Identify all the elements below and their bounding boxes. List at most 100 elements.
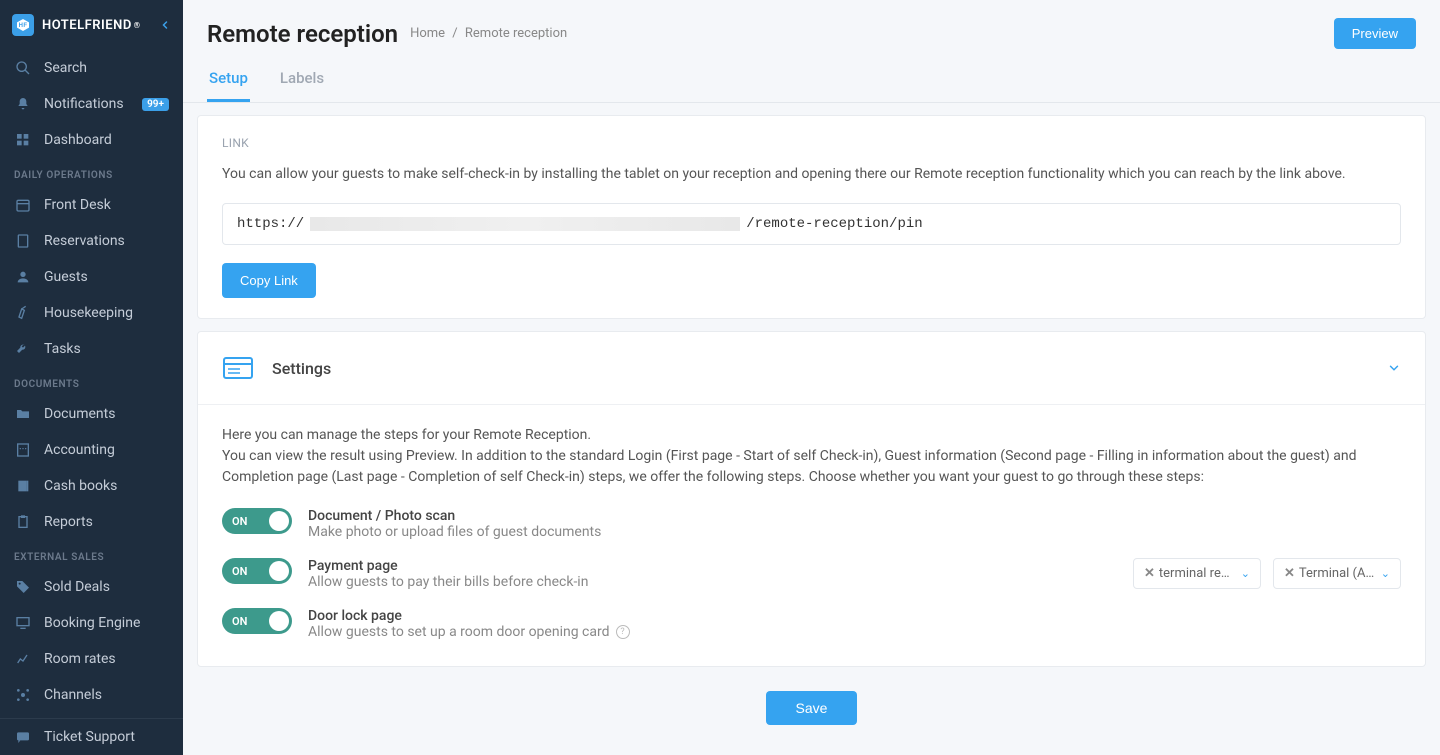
sidebar-item-documents[interactable]: Documents [0, 396, 183, 432]
link-label: LINK [222, 136, 1401, 150]
toggle-knob [269, 561, 289, 581]
section-documents: DOCUMENTS [0, 367, 183, 396]
url-prefix: https:// [237, 216, 304, 232]
sidebar-item-booking-engine[interactable]: Booking Engine [0, 605, 183, 641]
sidebar-label: Room rates [44, 651, 116, 667]
section-daily-operations: DAILY OPERATIONS [0, 158, 183, 187]
sidebar-label: Documents [44, 406, 115, 422]
payment-dropdown-terminal-1[interactable]: ✕ terminal recep… ⌄ [1133, 558, 1261, 589]
settings-card: Settings Here you can manage the steps f… [197, 331, 1426, 667]
monitor-icon [14, 614, 32, 632]
settings-title: Settings [272, 359, 1387, 378]
collapse-sidebar-icon[interactable] [159, 19, 171, 31]
clear-icon[interactable]: ✕ [1144, 566, 1155, 581]
payment-dropdown-terminal-2[interactable]: ✕ Terminal (Ady… ⌄ [1273, 558, 1401, 589]
chevron-down-icon: ⌄ [1381, 567, 1390, 580]
bell-icon [14, 95, 32, 113]
link-description: You can allow your guests to make self-c… [222, 164, 1401, 185]
sidebar: HF HOTELFRIEND® Search Notifications 99+ [0, 0, 183, 755]
clipboard-icon [14, 513, 32, 531]
sidebar-item-reservations[interactable]: Reservations [0, 223, 183, 259]
toggle-row-document-scan: ON Document / Photo scan Make photo or u… [222, 508, 1401, 540]
sidebar-item-channels[interactable]: Channels [0, 677, 183, 713]
sidebar-label: Tasks [44, 341, 81, 357]
sidebar-item-front-desk[interactable]: Front Desk [0, 187, 183, 223]
toggle-document-scan[interactable]: ON [222, 508, 292, 534]
breadcrumb: Home / Remote reception [410, 26, 567, 41]
sidebar-label: Ticket Support [44, 729, 135, 745]
sidebar-item-accounting[interactable]: Accounting [0, 432, 183, 468]
sidebar-label: Accounting [44, 442, 115, 458]
settings-description: Here you can manage the steps for your R… [222, 425, 1401, 488]
breadcrumb-home[interactable]: Home [410, 26, 445, 41]
sidebar-label: Reports [44, 514, 93, 530]
brand: HF HOTELFRIEND® [0, 0, 183, 50]
toggle-door-lock[interactable]: ON [222, 608, 292, 634]
dashboard-icon [14, 131, 32, 149]
breadcrumb-sep: / [452, 26, 457, 41]
sidebar-label: Cash books [44, 478, 117, 494]
url-display[interactable]: https:// /remote-reception/pin [222, 203, 1401, 245]
dropdown-value: terminal recep… [1159, 566, 1235, 581]
clear-icon[interactable]: ✕ [1284, 566, 1295, 581]
section-external-sales: EXTERNAL SALES [0, 540, 183, 569]
settings-panel-icon [222, 352, 254, 384]
preview-button[interactable]: Preview [1334, 18, 1416, 49]
sidebar-item-cash-books[interactable]: Cash books [0, 468, 183, 504]
sidebar-label: Channels [44, 687, 102, 703]
user-icon [14, 268, 32, 286]
main-content: Remote reception Home / Remote reception… [183, 0, 1440, 755]
sidebar-label: Dashboard [44, 132, 112, 148]
toggle-subtitle: Allow guests to set up a room door openi… [308, 624, 1401, 640]
sidebar-label: Guests [44, 269, 88, 285]
link-card: LINK You can allow your guests to make s… [197, 115, 1426, 319]
toggle-payment[interactable]: ON [222, 558, 292, 584]
url-masked [310, 217, 740, 231]
url-suffix: /remote-reception/pin [746, 216, 922, 232]
sidebar-label: Sold Deals [44, 579, 110, 595]
sidebar-item-tasks[interactable]: Tasks [0, 331, 183, 367]
toggle-knob [269, 611, 289, 631]
toggle-subtitle: Make photo or upload files of guest docu… [308, 524, 1401, 540]
save-wrapper: Save [183, 679, 1440, 737]
dropdown-value: Terminal (Ady… [1299, 566, 1375, 581]
folder-icon [14, 405, 32, 423]
broom-icon [14, 304, 32, 322]
tab-labels[interactable]: Labels [278, 59, 326, 102]
toggle-subtitle: Allow guests to pay their bills before c… [308, 574, 1117, 590]
sidebar-label: Notifications [44, 96, 124, 112]
search-icon [14, 59, 32, 77]
sidebar-item-dashboard[interactable]: Dashboard [0, 122, 183, 158]
calendar-icon [14, 196, 32, 214]
sidebar-item-housekeeping[interactable]: Housekeeping [0, 295, 183, 331]
tab-setup[interactable]: Setup [207, 59, 250, 102]
document-icon [14, 232, 32, 250]
toggle-knob [269, 511, 289, 531]
sidebar-label: Reservations [44, 233, 125, 249]
chevron-down-icon[interactable] [1387, 361, 1401, 375]
settings-header[interactable]: Settings [198, 332, 1425, 405]
tabs: Setup Labels [183, 59, 1440, 103]
sidebar-item-notifications[interactable]: Notifications 99+ [0, 86, 183, 122]
breadcrumb-current[interactable]: Remote reception [465, 26, 567, 41]
chevron-down-icon: ⌄ [1241, 567, 1250, 580]
toggle-title: Door lock page [308, 608, 1401, 624]
toggle-title: Payment page [308, 558, 1117, 574]
save-button[interactable]: Save [766, 691, 858, 725]
sidebar-item-search[interactable]: Search [0, 50, 183, 86]
sidebar-item-ticket-support[interactable]: Ticket Support [0, 718, 183, 755]
svg-text:HF: HF [19, 23, 28, 29]
brand-logo-icon: HF [12, 14, 34, 36]
toggle-row-payment: ON Payment page Allow guests to pay thei… [222, 558, 1401, 590]
page-title: Remote reception [207, 20, 398, 48]
copy-link-button[interactable]: Copy Link [222, 263, 316, 298]
sidebar-item-room-rates[interactable]: Room rates [0, 641, 183, 677]
notifications-badge: 99+ [142, 98, 169, 111]
sidebar-item-sold-deals[interactable]: Sold Deals [0, 569, 183, 605]
sidebar-label: Front Desk [44, 197, 111, 213]
toggle-row-door-lock: ON Door lock page Allow guests to set up… [222, 608, 1401, 640]
sidebar-item-guests[interactable]: Guests [0, 259, 183, 295]
book-icon [14, 477, 32, 495]
help-icon[interactable]: ? [616, 625, 630, 639]
sidebar-item-reports[interactable]: Reports [0, 504, 183, 540]
